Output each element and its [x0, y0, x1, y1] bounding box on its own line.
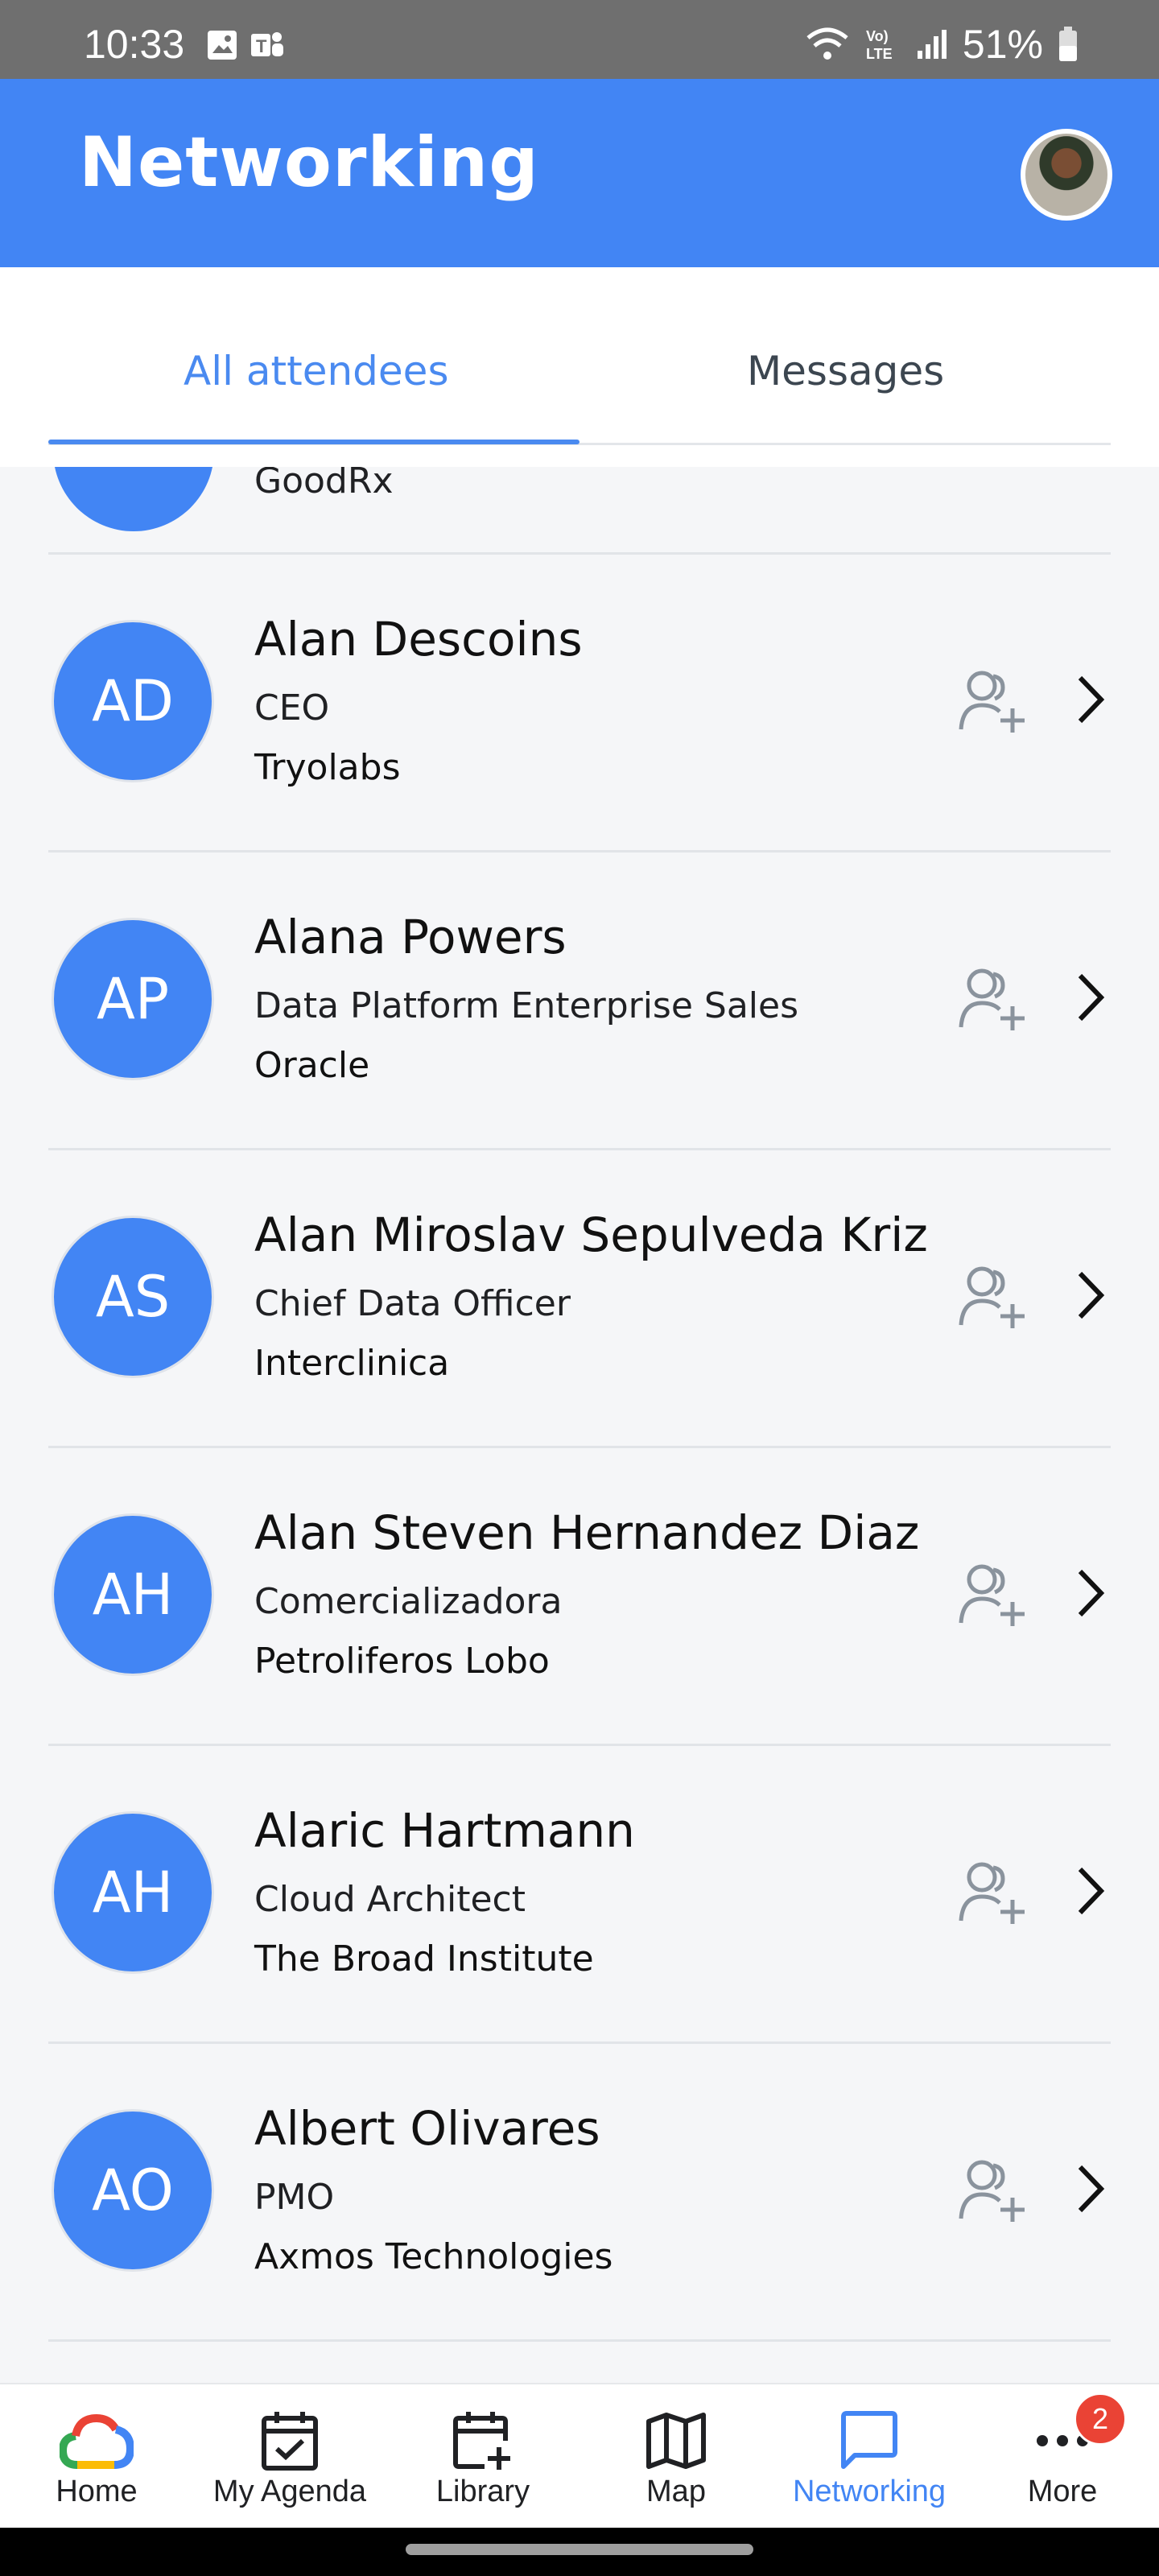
nav-home-label: Home	[56, 2475, 138, 2508]
nav-map[interactable]: Map	[580, 2384, 773, 2529]
list-item-partial[interactable]: GoodRx	[0, 467, 1159, 554]
add-connection-icon[interactable]	[956, 964, 1029, 1034]
status-notification-icons: T	[206, 29, 285, 61]
attendee-avatar: AP	[52, 918, 214, 1080]
chevron-right-icon[interactable]	[1070, 1863, 1111, 1919]
attendee-role: CEO	[254, 687, 330, 729]
attendee-role: Data Platform Enterprise Sales	[254, 985, 799, 1026]
system-gesture-bar	[0, 2528, 1159, 2576]
calendar-add-icon	[453, 2412, 510, 2470]
signal-icon	[917, 30, 947, 59]
list-divider	[48, 2339, 1111, 2342]
teams-icon: T	[251, 32, 283, 56]
gallery-icon	[208, 31, 237, 60]
battery-percent: 51%	[962, 22, 1043, 67]
attendee-name: Alan Miroslav Sepulveda Kriz	[254, 1208, 928, 1262]
attendee-role: PMO	[254, 2177, 335, 2218]
chevron-right-icon[interactable]	[1070, 1565, 1111, 1621]
svg-text:T: T	[256, 36, 267, 56]
attendee-name: Alan Steven Hernandez Diaz	[254, 1505, 920, 1560]
home-gesture-handle[interactable]	[406, 2544, 753, 2555]
bottom-nav: Home My Agenda Library Map Networking 2 …	[0, 2383, 1159, 2528]
add-connection-icon[interactable]	[956, 2156, 1029, 2225]
chevron-right-icon[interactable]	[1070, 2161, 1111, 2217]
notification-badge: 2	[1074, 2392, 1127, 2446]
attendee-avatar: AH	[52, 1513, 214, 1676]
chat-icon	[841, 2411, 897, 2469]
nav-my-agenda[interactable]: My Agenda	[193, 2384, 386, 2529]
profile-avatar[interactable]	[1021, 129, 1112, 221]
list-item[interactable]: AP Alana Powers Data Platform Enterprise…	[0, 852, 1159, 1150]
attendee-name: Alana Powers	[254, 910, 567, 964]
attendee-avatar	[53, 467, 214, 531]
attendee-role: Comercializadora	[254, 1581, 563, 1622]
tab-bar: All attendees Messages	[0, 267, 1159, 467]
google-cloud-icon	[60, 2413, 134, 2469]
attendee-company: Oracle	[254, 1045, 370, 1086]
page-title: Networking	[79, 122, 539, 203]
list-item[interactable]: AH Alan Steven Hernandez Diaz Comerciali…	[0, 1447, 1159, 1745]
nav-networking-label: Networking	[792, 2475, 947, 2508]
attendee-avatar: AD	[52, 620, 214, 782]
list-item[interactable]: AH Alaric Hartmann Cloud Architect The B…	[0, 1745, 1159, 2043]
status-time: 10:33	[84, 22, 185, 67]
profile-photo	[1025, 134, 1107, 216]
wifi-icon	[806, 27, 848, 60]
nav-more-label: More	[1027, 2475, 1098, 2508]
calendar-check-icon	[262, 2412, 318, 2471]
add-connection-icon[interactable]	[956, 1560, 1029, 1629]
attendee-avatar: AH	[52, 1811, 214, 1974]
chevron-right-icon[interactable]	[1070, 671, 1111, 728]
nav-more[interactable]: 2 More	[966, 2384, 1159, 2529]
app-bar: Networking	[0, 79, 1159, 267]
attendee-name: Alaric Hartmann	[254, 1803, 635, 1858]
status-bar: 10:33 T Vo) LTE 51%	[0, 0, 1159, 79]
nav-home[interactable]: Home	[0, 2384, 193, 2529]
attendee-company: The Broad Institute	[254, 1938, 594, 1979]
list-item[interactable]: AD Alan Descoins CEO Tryolabs	[0, 554, 1159, 852]
svg-text:Vo): Vo)	[866, 28, 889, 44]
attendee-name: Albert Olivares	[254, 2101, 600, 2156]
attendee-company: Interclinica	[254, 1343, 450, 1384]
attendee-avatar: AO	[52, 2109, 214, 2272]
attendee-role: Cloud Architect	[254, 1879, 526, 1920]
nav-my-agenda-label: My Agenda	[212, 2475, 367, 2508]
svg-text:LTE: LTE	[866, 46, 893, 62]
attendee-list[interactable]: GoodRx AD Alan Descoins CEO Tryolabs AP …	[0, 467, 1159, 2383]
chevron-right-icon[interactable]	[1070, 1267, 1111, 1323]
add-connection-icon[interactable]	[956, 1858, 1029, 1927]
attendee-name: Alan Descoins	[254, 612, 583, 667]
battery-icon	[1059, 27, 1077, 61]
tab-messages[interactable]: Messages	[747, 348, 944, 394]
attendee-avatar: AS	[52, 1216, 214, 1378]
volte-icon: Vo) LTE	[866, 28, 893, 62]
nav-library[interactable]: Library	[386, 2384, 580, 2529]
attendee-role: Chief Data Officer	[254, 1283, 571, 1324]
status-system-icons: Vo) LTE 51%	[805, 21, 1079, 68]
attendee-company: Petroliferos Lobo	[254, 1641, 550, 1682]
tab-all-attendees[interactable]: All attendees	[184, 348, 449, 394]
list-item[interactable]: AO Albert Olivares PMO Axmos Technologie…	[0, 2043, 1159, 2341]
chevron-right-icon[interactable]	[1070, 969, 1111, 1026]
active-tab-indicator	[48, 440, 580, 444]
nav-networking[interactable]: Networking	[773, 2384, 966, 2529]
list-item[interactable]: AS Alan Miroslav Sepulveda Kriz Chief Da…	[0, 1150, 1159, 1447]
map-icon	[646, 2413, 706, 2469]
add-connection-icon[interactable]	[956, 1262, 1029, 1331]
nav-library-label: Library	[435, 2475, 530, 2508]
add-connection-icon[interactable]	[956, 667, 1029, 736]
attendee-company: Axmos Technologies	[254, 2236, 613, 2277]
attendee-company: GoodRx	[254, 467, 394, 502]
nav-map-label: Map	[646, 2475, 706, 2508]
attendee-company: Tryolabs	[254, 747, 401, 788]
